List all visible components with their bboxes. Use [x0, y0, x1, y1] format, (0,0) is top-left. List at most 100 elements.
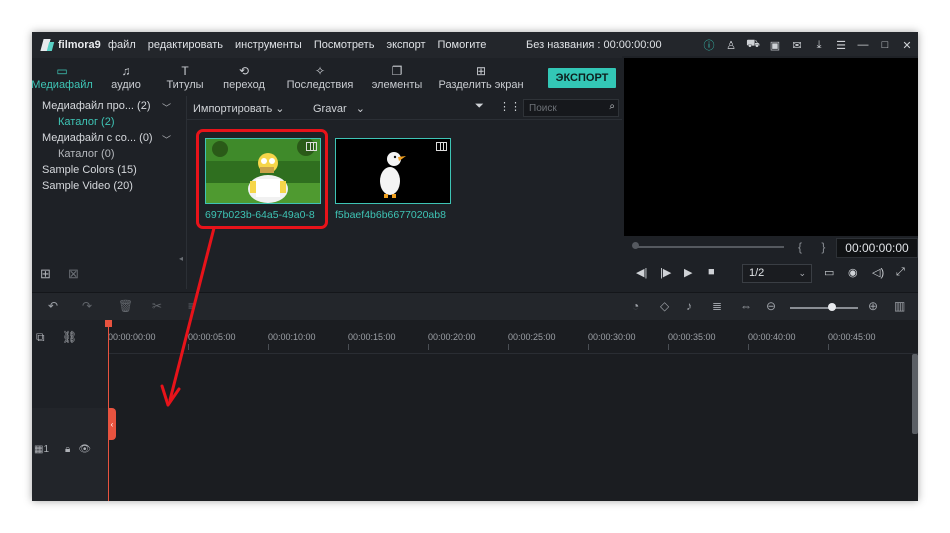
- tree-item-project-media[interactable]: Медиафайл про... (2): [42, 100, 151, 112]
- volume-icon[interactable]: ◁): [872, 266, 884, 279]
- preview-scrubber[interactable]: [634, 246, 784, 248]
- adjust-icon[interactable]: ≡: [188, 299, 195, 313]
- ruler-tick-label: 00:00:20:00: [428, 332, 476, 342]
- video-track-icon: ▦1: [34, 444, 50, 455]
- tree-item-sample-video[interactable]: Sample Video (20): [42, 180, 133, 192]
- search-icon[interactable]: ⌕: [609, 101, 615, 112]
- new-folder-icon[interactable]: ⊞: [40, 266, 68, 282]
- tab-media[interactable]: ▭ Медиафайл: [32, 58, 93, 96]
- snapshot-icon[interactable]: ◉: [848, 266, 858, 279]
- zoom-in-icon[interactable]: ⊕: [868, 299, 878, 313]
- render-icon[interactable]: ◔: [632, 299, 639, 313]
- stop-icon[interactable]: ■: [708, 266, 715, 278]
- add-track-icon[interactable]: ⧉: [36, 330, 62, 345]
- maximize-icon[interactable]: □: [874, 39, 896, 51]
- snap-icon[interactable]: ⇔: [740, 299, 752, 313]
- scrubber-handle[interactable]: [632, 242, 639, 249]
- menu-lines-icon[interactable]: ☰: [830, 39, 852, 52]
- grid-view-icon[interactable]: ⋮⋮: [499, 100, 521, 113]
- ruler-tick: [588, 344, 589, 350]
- title-bar: filmora9 файл редактировать инструменты …: [32, 32, 918, 58]
- marker-icon[interactable]: ◇: [660, 299, 669, 313]
- ruler-tick-label: 00:00:40:00: [748, 332, 796, 342]
- tree-item-sample-colors[interactable]: Sample Colors (15): [42, 164, 137, 176]
- menu-view[interactable]: Посмотреть: [314, 39, 375, 51]
- close-icon[interactable]: ✕: [896, 39, 918, 52]
- chevron-down-icon[interactable]: ﹀: [162, 133, 171, 146]
- cart-icon[interactable]: ⛟: [742, 38, 764, 52]
- tab-transitions[interactable]: ⟲ переход: [210, 58, 278, 96]
- filter-icon[interactable]: ⏷: [475, 100, 484, 113]
- timeline-scrollbar[interactable]: [912, 354, 918, 434]
- eye-icon[interactable]: 👁︎: [78, 444, 91, 455]
- link-icon[interactable]: ⛓: [62, 330, 88, 345]
- search-input[interactable]: [524, 100, 596, 116]
- cut-icon[interactable]: ✂: [152, 299, 162, 313]
- redo-icon[interactable]: ↷: [82, 299, 92, 313]
- display-settings-icon[interactable]: ▭: [824, 266, 834, 279]
- menu-export[interactable]: экспорт: [386, 39, 425, 51]
- media-clip-2[interactable]: [335, 138, 451, 204]
- filmora-window: filmora9 файл редактировать инструменты …: [32, 32, 918, 501]
- tab-audio[interactable]: ♫ аудио: [92, 58, 160, 96]
- account-icon[interactable]: ♙: [720, 39, 742, 52]
- delete-icon[interactable]: 🗑: [118, 299, 133, 313]
- panel-toggle-icon[interactable]: ▥: [894, 299, 905, 313]
- window-controls: ⓘ ♙ ⛟ ▣ ✉ ⤓ ☰ — □ ✕: [698, 32, 918, 58]
- ruler-tick: [268, 344, 269, 350]
- mail-icon[interactable]: ✉: [786, 39, 808, 52]
- ruler-tick: [828, 344, 829, 350]
- fullscreen-icon[interactable]: ⤢: [896, 266, 905, 279]
- voiceover-icon[interactable]: ≣: [712, 299, 722, 313]
- ruler-tick: [668, 344, 669, 350]
- timeline-zoom-slider[interactable]: [790, 307, 858, 309]
- chevron-down-icon: ⌄: [275, 103, 285, 115]
- tab-titles[interactable]: T Титулы: [160, 58, 210, 96]
- record-dropdown[interactable]: Gravar ⌄: [313, 102, 365, 115]
- menu-file[interactable]: файл: [108, 39, 136, 51]
- delete-folder-icon[interactable]: ⊠: [68, 266, 96, 282]
- step-forward-icon[interactable]: |▶: [660, 266, 671, 279]
- menu-edit[interactable]: редактировать: [148, 39, 223, 51]
- ruler-tick: [428, 344, 429, 350]
- transition-icon: ⟲: [238, 63, 250, 78]
- tree-item-catalog[interactable]: Каталог (0): [58, 148, 115, 160]
- minimize-icon[interactable]: —: [852, 39, 874, 51]
- playhead-tab[interactable]: ‹: [108, 408, 116, 440]
- zoom-out-icon[interactable]: ⊖: [766, 299, 776, 313]
- highlight-frame: [196, 129, 328, 229]
- quality-select[interactable]: 1/2 ⌄: [742, 264, 812, 283]
- microphone-icon[interactable]: ♪: [686, 299, 692, 313]
- preview-timecode: 00:00:00:00: [836, 238, 918, 258]
- zoom-slider-knob[interactable]: [828, 303, 836, 311]
- import-dropdown[interactable]: Импортировать ⌄: [193, 102, 284, 115]
- save-icon[interactable]: ▣: [764, 39, 786, 52]
- library-panel: Медиафайл про... (2) ﹀ Каталог (2) Медиа…: [32, 96, 184, 289]
- menu-tools[interactable]: инструменты: [235, 39, 302, 51]
- play-icon[interactable]: ▶: [684, 266, 692, 279]
- undo-icon[interactable]: ↶: [48, 299, 58, 313]
- timeline-ruler[interactable]: 00:00:00:00 00:00:05:00 00:00:10:00 00:0…: [108, 320, 918, 354]
- export-button[interactable]: ЭКСПОРТ: [548, 68, 616, 88]
- tree-item-catalog-selected[interactable]: Каталог (2): [58, 116, 115, 128]
- library-actions: ⊞ ⊠: [40, 266, 96, 282]
- ruler-tick-label: 00:00:10:00: [268, 332, 316, 342]
- tab-elements[interactable]: ❐ элементы: [362, 58, 432, 96]
- collapse-arrow-icon[interactable]: ◂: [179, 254, 183, 263]
- chevron-down-icon: ⌄: [798, 268, 806, 278]
- ruler-tick-label: 00:00:00:00: [108, 332, 156, 342]
- preview-screen: [624, 58, 918, 236]
- menu-help[interactable]: Помогите: [438, 39, 487, 51]
- tree-item-shared-media[interactable]: Медиафайл с со... (0): [42, 132, 153, 144]
- ruler-tick-label: 00:00:05:00: [188, 332, 236, 342]
- download-icon[interactable]: ⤓: [808, 39, 830, 52]
- tab-effects[interactable]: ✧ Последствия: [278, 58, 362, 96]
- mark-in-out-icon[interactable]: { }: [798, 240, 833, 254]
- step-back-icon[interactable]: ◀|: [636, 266, 647, 279]
- chevron-down-icon[interactable]: ﹀: [162, 101, 171, 114]
- info-icon[interactable]: ⓘ: [698, 37, 720, 53]
- lock-icon[interactable]: 🔒︎: [65, 444, 70, 455]
- media-toolbar: Импортировать ⌄ Gravar ⌄ ⏷ ⋮⋮ ⌕: [187, 96, 623, 120]
- tab-split-screen[interactable]: ⊞ Разделить экран: [432, 58, 530, 96]
- filmora-logo-icon: [42, 38, 54, 52]
